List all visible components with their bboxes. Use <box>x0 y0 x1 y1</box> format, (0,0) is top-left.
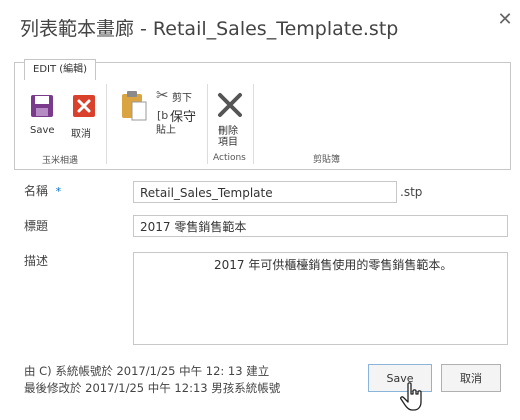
paste-label: 貼上 <box>156 125 176 136</box>
group-label-commit: 玉米相遇 <box>42 156 79 166</box>
tab-edit[interactable]: EDIT (編輯) <box>24 59 97 80</box>
group-label-clipboard: 剪貼簿 <box>313 155 341 165</box>
dialog-title: 列表範本畫廊 - Retail_Sales_Template.stp <box>20 18 399 40</box>
scissors-icon: ✂ <box>156 86 169 104</box>
close-icon[interactable]: ✕ <box>494 9 516 31</box>
delete-label-line2: 項目 <box>218 137 238 148</box>
description-label: 描述 <box>24 254 49 268</box>
cut-button[interactable]: ✂ 剪下 <box>156 86 196 104</box>
created-info: 由 C) 系統帳號於 2017/1/25 中午 12: 13 建立 <box>24 364 270 378</box>
group-label-actions: Actions <box>213 153 246 163</box>
required-marker: * <box>55 185 62 198</box>
title-input[interactable]: 2017 零售銷售範本 <box>133 215 508 237</box>
paste-icon <box>122 91 147 121</box>
delete-icon <box>218 93 242 117</box>
title-label: 標題 <box>24 219 49 233</box>
cancel-icon <box>73 95 95 117</box>
cut-label: 剪下 <box>172 93 192 104</box>
save-icon <box>31 95 53 117</box>
description-text: 2017 年可供櫃檯銷售使用的零售銷售範本。 <box>214 258 453 272</box>
paste-button[interactable] <box>117 88 151 128</box>
file-extension: .stp <box>400 185 423 199</box>
cancel-ribbon-label: 取消 <box>71 129 91 140</box>
name-label: 名稱 * <box>24 184 62 198</box>
name-input[interactable]: Retail_Sales_Template <box>133 181 397 203</box>
save-ribbon-label: Save <box>30 125 55 136</box>
cancel-button[interactable]: 取消 <box>441 364 501 392</box>
modified-info: 最後修改於 2017/1/25 中午 12:13 男孩系統帳號 <box>24 381 281 395</box>
hand-cursor-icon <box>400 382 422 411</box>
